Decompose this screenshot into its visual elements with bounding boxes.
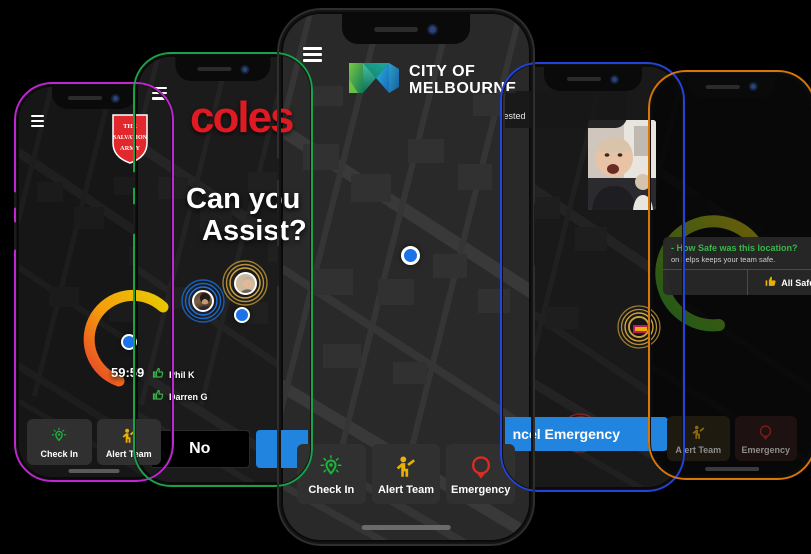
nav-label: Emergency xyxy=(451,484,511,496)
mockup-stage: THE SALVATION ARMY 59:59 Check In Alert … xyxy=(0,0,811,554)
speaker-grille xyxy=(706,84,740,89)
nav-check-in[interactable]: Check In xyxy=(27,419,92,465)
menu-button[interactable] xyxy=(31,115,44,127)
phone-screen: CITY OF MELBOURNE Check In Alert Team Em… xyxy=(283,14,529,540)
assist-heading-line-1: Can you xyxy=(186,183,301,215)
user-location-dot[interactable] xyxy=(401,246,420,265)
avatar-marker[interactable] xyxy=(181,279,225,323)
assist-heading: Can you Assist? xyxy=(186,183,307,248)
phone-notch xyxy=(342,14,470,44)
nav-label: Alert Team xyxy=(105,449,152,459)
salvation-army-logo-icon: THE SALVATION ARMY xyxy=(109,113,151,165)
location-pin-icon xyxy=(318,454,344,480)
thumbs-up-icon xyxy=(152,366,164,384)
menu-button[interactable] xyxy=(303,47,322,62)
speaker-grille xyxy=(374,26,418,32)
nav-emergency[interactable]: Emergency xyxy=(734,416,797,461)
waving-person-icon xyxy=(690,424,707,441)
speaker-grille xyxy=(566,77,601,81)
option-not-safe[interactable] xyxy=(663,270,747,295)
svg-text:ARMY: ARMY xyxy=(120,145,141,152)
safety-subtitle: on helps keeps your team safe. xyxy=(671,255,776,264)
front-camera-icon xyxy=(609,74,619,84)
phone-notch xyxy=(543,67,642,91)
safety-rating-popup[interactable]: - How Safe was this location? on helps k… xyxy=(663,237,811,295)
bottom-nav: Check In Alert Team xyxy=(283,444,529,504)
thumbs-up-icon xyxy=(152,388,164,406)
responder-name: Darren G xyxy=(169,392,208,402)
nav-check-in[interactable]: Check In xyxy=(297,444,366,504)
bottom-nav: Alert Team Emergency xyxy=(653,416,811,461)
city-of-melbourne-wordmark: CITY OF MELBOURNE xyxy=(409,62,517,98)
phone-city-of-melbourne[interactable]: CITY OF MELBOURNE Check In Alert Team Em… xyxy=(277,8,535,546)
front-camera-icon xyxy=(111,93,120,103)
svg-text:THE: THE xyxy=(123,123,137,130)
responder-list: Phil K Darren G xyxy=(152,366,208,410)
responder-name: Phil K xyxy=(169,370,195,380)
option-all-safe[interactable]: All Safe xyxy=(746,270,811,295)
front-camera-icon xyxy=(240,64,249,74)
nav-label: Alert Team xyxy=(675,445,722,455)
nav-emergency[interactable]: Emergency xyxy=(446,444,516,504)
nav-alert-team[interactable]: Alert Team xyxy=(371,444,441,504)
live-video-feed[interactable] xyxy=(588,120,656,210)
emergency-person-icon xyxy=(468,454,494,480)
thumbs-up-icon xyxy=(764,275,777,290)
wordmark-line-1: CITY OF xyxy=(409,62,476,80)
nav-label: Check In xyxy=(308,484,355,496)
front-camera-icon xyxy=(427,23,438,35)
phone-notch xyxy=(175,57,271,81)
avatar-marker[interactable] xyxy=(222,260,268,306)
phone-screen: - How Safe was this location? on helps k… xyxy=(653,75,811,475)
melbourne-m-icon xyxy=(348,61,400,100)
list-item: Darren G xyxy=(152,388,208,406)
svg-text:SALVATION: SALVATION xyxy=(113,135,148,141)
coles-logo: coles xyxy=(190,93,295,142)
nav-label: Emergency xyxy=(741,445,791,455)
phone-safety-rating[interactable]: - How Safe was this location? on helps k… xyxy=(648,70,811,480)
safety-options: All Safe xyxy=(663,269,811,295)
avatar-photo xyxy=(192,290,214,312)
alert-subtitle: been requested xyxy=(505,111,526,121)
nav-alert-team[interactable]: Alert Team xyxy=(667,416,730,461)
waving-person-icon xyxy=(120,427,138,445)
assist-heading-line-2: Assist? xyxy=(202,215,307,248)
home-indicator xyxy=(361,525,451,530)
avatar-photo xyxy=(628,316,650,338)
emergency-person-icon xyxy=(757,424,774,441)
speaker-grille xyxy=(68,96,102,100)
list-item: Phil K xyxy=(152,366,208,384)
phone-notch xyxy=(52,87,136,109)
emergency-actions: ncel Emergency xyxy=(505,417,668,451)
wordmark-line-2: MELBOURNE xyxy=(409,79,517,97)
avatar-photo xyxy=(233,271,257,295)
home-indicator xyxy=(68,469,120,473)
option-label: All Safe xyxy=(781,277,811,288)
front-camera-icon xyxy=(749,82,758,91)
countdown-label: 59:59 xyxy=(111,365,145,380)
home-indicator xyxy=(705,467,759,471)
cancel-emergency-button[interactable]: ncel Emergency xyxy=(505,417,668,451)
nav-label: Alert Team xyxy=(377,484,435,496)
safety-popup-header: - How Safe was this location? on helps k… xyxy=(663,237,811,269)
emergency-alert-banner: Update been requested xyxy=(505,91,627,128)
phone-notch xyxy=(687,75,777,98)
alert-title: Update xyxy=(505,97,617,109)
safety-question: - How Safe was this location? xyxy=(671,243,798,253)
waving-person-icon xyxy=(393,454,419,480)
speaker-grille xyxy=(197,67,231,71)
bottom-nav: Check In Alert Team xyxy=(19,419,169,465)
user-location-dot[interactable] xyxy=(234,307,250,323)
city-of-melbourne-logo: CITY OF MELBOURNE xyxy=(348,61,517,100)
menu-button[interactable] xyxy=(152,87,167,100)
nav-label: Check In xyxy=(40,449,78,459)
nav-alert-team[interactable]: Alert Team xyxy=(96,419,161,465)
location-pin-icon xyxy=(50,427,68,445)
